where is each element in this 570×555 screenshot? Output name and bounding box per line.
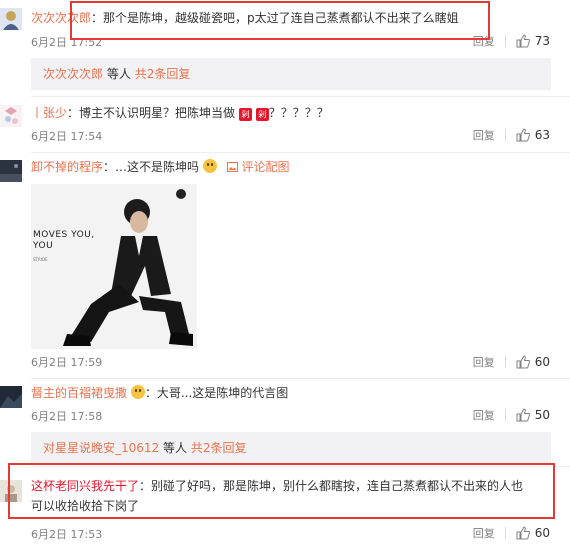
comment-4: 督主的百褶裙曳撒 ：大哥...这是陈坤的代言图 6月2日 17:58 回复 50… bbox=[0, 382, 570, 464]
reply-button[interactable]: 回复 bbox=[473, 407, 495, 423]
avatar[interactable] bbox=[0, 160, 22, 182]
reply-count-link[interactable]: 共2条回复 bbox=[191, 441, 247, 455]
thumbs-up-icon bbox=[516, 355, 530, 369]
reply-suffix: 等人 bbox=[163, 441, 188, 455]
like-button[interactable]: 73 bbox=[516, 34, 550, 48]
like-button[interactable]: 63 bbox=[516, 128, 550, 142]
comment-3-meta: 6月2日 17:59 回复 60 bbox=[0, 352, 570, 374]
like-button[interactable]: 60 bbox=[516, 526, 550, 540]
reply-button[interactable]: 回复 bbox=[473, 127, 495, 143]
replies-strip[interactable]: 次次次次郎 等人 共2条回复 bbox=[31, 58, 551, 90]
comment-body-tail: ？？？？？ bbox=[268, 106, 329, 120]
thumbs-up-icon bbox=[516, 408, 530, 422]
comment-body: ：大哥...这是陈坤的代言图 bbox=[144, 386, 289, 400]
reply-username[interactable]: 次次次次郎 bbox=[43, 67, 103, 81]
comment-time: 6月2日 17:53 bbox=[31, 528, 103, 541]
photo-caption-line: MOVES YOU, bbox=[33, 230, 95, 240]
comment-image-link-label: 评论配图 bbox=[241, 160, 290, 174]
divider bbox=[31, 96, 570, 97]
replies-strip[interactable]: 对星星说晚安_10612 等人 共2条回复 bbox=[31, 432, 551, 464]
divider bbox=[504, 35, 506, 47]
thumbs-up-icon bbox=[516, 526, 530, 540]
like-button[interactable]: 50 bbox=[516, 408, 550, 422]
emoticon-badge: 剁 bbox=[238, 108, 252, 121]
highlight-box bbox=[70, 1, 490, 40]
like-button[interactable]: 60 bbox=[516, 355, 550, 369]
divider bbox=[504, 129, 506, 141]
comment-time: 6月2日 17:59 bbox=[31, 356, 103, 369]
photo-caption-line: YOU bbox=[33, 241, 54, 251]
divider bbox=[504, 409, 506, 421]
avatar[interactable] bbox=[0, 386, 22, 408]
like-count: 73 bbox=[534, 34, 550, 48]
comment-2: 丨张少：博主不认识明星？把陈坤当做 剁 剁？？？？？ 6月2日 17:54 回复… bbox=[0, 100, 570, 150]
man-in-suit-photo bbox=[31, 184, 197, 349]
emoji-icon bbox=[130, 385, 145, 399]
like-count: 60 bbox=[534, 526, 550, 540]
comment-time: 6月2日 17:58 bbox=[31, 410, 103, 423]
comment-username[interactable]: 丨张少 bbox=[31, 106, 67, 120]
reply-button[interactable]: 回复 bbox=[473, 354, 495, 370]
reply-suffix: 等人 bbox=[106, 67, 131, 81]
reply-button[interactable]: 回复 bbox=[473, 525, 495, 541]
thumbs-up-icon bbox=[516, 34, 530, 48]
divider bbox=[31, 152, 570, 153]
reply-username[interactable]: 对星星说晚安_10612 bbox=[43, 441, 159, 455]
like-count: 63 bbox=[534, 128, 550, 142]
comment-body: ：…这不是陈坤吗 bbox=[103, 160, 200, 174]
comment-username[interactable]: 督主的百褶裙曳撒 bbox=[31, 386, 127, 400]
highlight-box bbox=[8, 463, 555, 519]
avatar[interactable] bbox=[0, 8, 22, 30]
comment-image-link[interactable]: 评论配图 bbox=[226, 160, 290, 174]
comment-image[interactable]: MOVES YOU, YOU STRIDE bbox=[31, 184, 197, 349]
comment-username[interactable]: 卸不掉的程序 bbox=[31, 160, 103, 174]
like-count: 60 bbox=[534, 355, 550, 369]
comment-text: 丨张少：博主不认识明星？把陈坤当做 剁 剁？？？？？ bbox=[31, 103, 560, 123]
photo-caption-small: STRIDE bbox=[33, 257, 48, 262]
thumbs-up-icon bbox=[516, 128, 530, 142]
comment-time: 6月2日 17:54 bbox=[31, 130, 103, 143]
divider bbox=[31, 378, 570, 379]
divider bbox=[504, 527, 506, 539]
image-icon bbox=[226, 162, 238, 172]
emoticon-badge: 剁 bbox=[255, 108, 269, 121]
comment-text: 督主的百褶裙曳撒 ：大哥...这是陈坤的代言图 bbox=[31, 383, 560, 403]
comment-text: 卸不掉的程序：…这不是陈坤吗 评论配图 bbox=[31, 157, 560, 177]
reply-count-link[interactable]: 共2条回复 bbox=[135, 67, 191, 81]
emoji-icon bbox=[202, 159, 217, 173]
comment-body: ：博主不认识明星？把陈坤当做 bbox=[67, 106, 236, 120]
divider bbox=[504, 356, 506, 368]
avatar[interactable] bbox=[0, 105, 22, 127]
like-count: 50 bbox=[534, 408, 550, 422]
